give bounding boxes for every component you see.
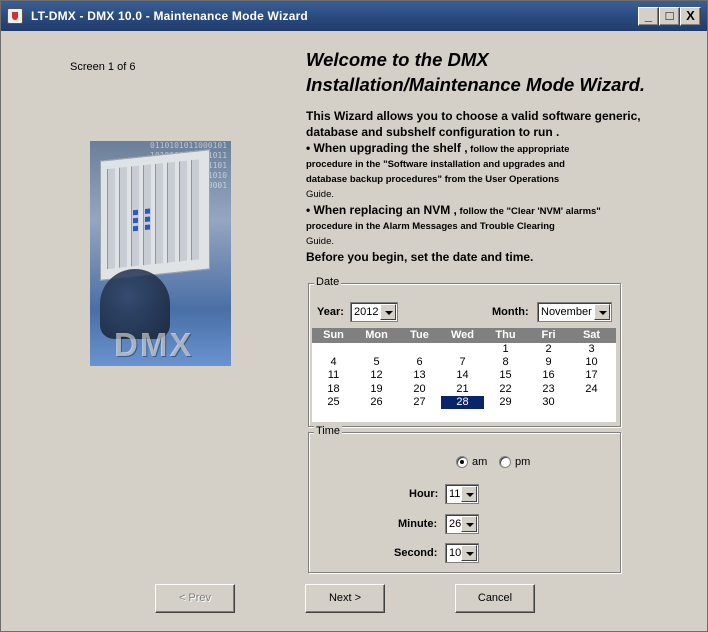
shelf-upgrade-note-2: procedure in the "Software installation … — [306, 159, 565, 170]
time-group: Time am pm Hour: 11 Minute: 26 Second: 1… — [308, 425, 621, 573]
year-value: 2012 — [354, 306, 379, 318]
calendar-day[interactable]: 29 — [484, 396, 527, 409]
calendar-day[interactable]: 30 — [527, 396, 570, 409]
calendar-day[interactable]: 14 — [441, 369, 484, 382]
screen-counter: Screen 1 of 6 — [70, 61, 136, 73]
hour-value: 11 — [449, 488, 461, 500]
calendar-day[interactable]: 26 — [355, 396, 398, 409]
weekday-tue: Tue — [410, 329, 429, 341]
calendar-day[interactable]: 1 — [484, 343, 527, 356]
wizard-heading: Welcome to the DMX Installation/Maintena… — [306, 47, 686, 97]
date-legend: Date — [314, 276, 342, 288]
calendar-day[interactable]: 2 — [527, 343, 570, 356]
wizard-description: This Wizard allows you to choose a valid… — [306, 108, 701, 265]
minute-label: Minute: — [398, 518, 438, 530]
calendar-day[interactable]: 3 — [570, 343, 613, 356]
calendar-day[interactable]: 5 — [355, 356, 398, 369]
chevron-down-icon[interactable] — [461, 545, 477, 561]
calendar-day[interactable]: 7 — [441, 356, 484, 369]
calendar-day[interactable]: 28 — [441, 395, 484, 409]
heading-line-1: Welcome to the DMX — [306, 49, 489, 70]
pm-radio[interactable] — [499, 456, 511, 468]
calendar-day[interactable]: 11 — [312, 369, 355, 382]
nvm-note-3: Guide. — [306, 236, 334, 247]
calendar-day[interactable]: 27 — [398, 396, 441, 409]
nvm-note-2: procedure in the Alarm Messages and Trou… — [306, 221, 555, 232]
chevron-down-icon[interactable] — [380, 304, 396, 320]
hour-label: Hour: — [409, 488, 439, 500]
second-value: 10 — [449, 547, 462, 559]
am-radio[interactable] — [456, 456, 468, 468]
cancel-button[interactable]: Cancel — [455, 584, 535, 613]
weekday-wed: Wed — [450, 329, 475, 341]
minute-select[interactable]: 26 — [445, 514, 479, 534]
window-title: LT-DMX - DMX 10.0 - Maintenance Mode Wiz… — [31, 9, 308, 23]
shelf-upgrade-note-4: Guide. — [306, 189, 334, 200]
calendar-day[interactable]: 12 — [355, 369, 398, 382]
calendar-day[interactable]: 23 — [527, 383, 570, 396]
calendar-day[interactable]: 15 — [484, 369, 527, 382]
calendar-day[interactable]: 18 — [312, 383, 355, 396]
closing-line: Before you begin, set the date and time. — [306, 250, 534, 264]
prev-button[interactable]: < Prev — [155, 584, 235, 613]
calendar-day[interactable]: 22 — [484, 383, 527, 396]
calendar-day[interactable]: 24 — [570, 383, 613, 396]
minute-value: 26 — [449, 518, 462, 530]
chevron-down-icon[interactable] — [594, 304, 610, 320]
month-value: November — [541, 306, 592, 318]
calendar-grid: Sun Mon Tue Wed Thu Fri Sat 1 2 3 4 5 6 7 8 9 10 1… — [312, 328, 616, 422]
calendar-day[interactable]: 21 — [441, 383, 484, 396]
pm-label[interactable]: pm — [515, 456, 530, 468]
calendar-day[interactable]: 8 — [484, 356, 527, 369]
heading-line-2: Installation/Maintenance Mode Wizard. — [306, 74, 646, 95]
am-label[interactable]: am — [472, 456, 487, 468]
title-bar[interactable]: LT-DMX - DMX 10.0 - Maintenance Mode Wiz… — [1, 1, 707, 31]
equipment-rack-graphic — [100, 149, 210, 281]
month-label: Month: — [492, 306, 529, 318]
java-app-icon — [7, 8, 23, 24]
close-button[interactable]: X — [680, 7, 701, 26]
calendar-day[interactable]: 9 — [527, 356, 570, 369]
maximize-button[interactable]: □ — [659, 7, 680, 26]
shelf-upgrade-note-1: • When upgrading the shelf , follow the … — [306, 141, 570, 155]
chevron-down-icon[interactable] — [461, 486, 477, 502]
intro-line-1: This Wizard allows you to choose a valid… — [306, 109, 641, 123]
weekday-mon: Mon — [365, 329, 388, 341]
weekday-sun: Sun — [323, 329, 344, 341]
shelf-upgrade-note-3: database backup procedures" from the Use… — [306, 174, 560, 185]
next-button[interactable]: Next > — [305, 584, 385, 613]
calendar-day[interactable]: 25 — [312, 396, 355, 409]
calendar-day[interactable]: 4 — [312, 356, 355, 369]
calendar-day[interactable]: 16 — [527, 369, 570, 382]
calendar-day[interactable]: 19 — [355, 383, 398, 396]
hour-select[interactable]: 11 — [445, 484, 479, 504]
calendar-weekday-header: Sun Mon Tue Wed Thu Fri Sat — [312, 328, 616, 343]
weekday-thu: Thu — [495, 329, 516, 341]
year-label: Year: — [317, 306, 344, 318]
date-group: Date Year: 2012 Month: November Sun Mon … — [308, 276, 621, 427]
wizard-window: LT-DMX - DMX 10.0 - Maintenance Mode Wiz… — [0, 0, 708, 632]
second-label: Second: — [394, 547, 438, 559]
chevron-down-icon[interactable] — [461, 516, 477, 532]
calendar-day[interactable]: 10 — [570, 356, 613, 369]
intro-line-2: database and subshelf configuration to r… — [306, 125, 560, 139]
year-select[interactable]: 2012 — [350, 302, 398, 322]
calendar-day[interactable]: 13 — [398, 369, 441, 382]
weekday-fri: Fri — [541, 329, 556, 341]
month-select[interactable]: November — [537, 302, 612, 322]
calendar-day[interactable]: 20 — [398, 383, 441, 396]
time-legend: Time — [314, 425, 343, 437]
nvm-note-1: • When replacing an NVM , follow the "Cl… — [306, 203, 601, 217]
dmx-logo: DMX — [114, 326, 194, 363]
calendar-day[interactable]: 17 — [570, 369, 613, 382]
second-select[interactable]: 10 — [445, 543, 479, 563]
calendar-day[interactable]: 6 — [398, 356, 441, 369]
weekday-sat: Sat — [582, 329, 601, 341]
dmx-splash-image: 0110101011000101101000110101101100010110… — [90, 141, 231, 366]
minimize-button[interactable]: _ — [638, 7, 659, 26]
